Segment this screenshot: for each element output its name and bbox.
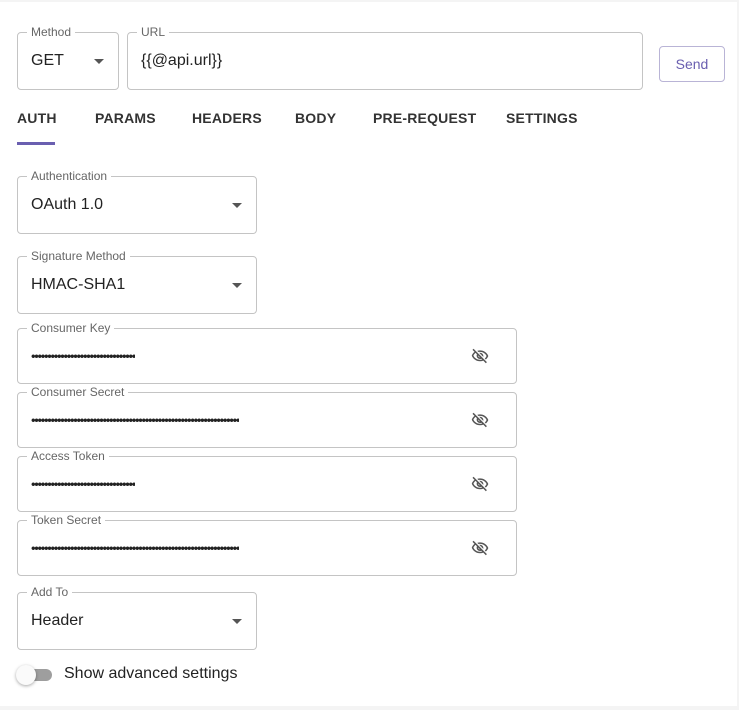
- active-tab-indicator: [17, 142, 55, 145]
- access-token-label: Access Token: [27, 449, 109, 463]
- tab-body[interactable]: BODY: [295, 110, 336, 126]
- eye-off-icon[interactable]: [470, 475, 490, 493]
- chevron-down-icon: [232, 619, 242, 624]
- advanced-settings-toggle[interactable]: [16, 664, 54, 686]
- method-value: GET: [31, 52, 64, 69]
- tab-settings[interactable]: SETTINGS: [506, 110, 578, 126]
- authentication-select[interactable]: Authentication OAuth 1.0: [17, 169, 257, 234]
- chevron-down-icon: [94, 59, 104, 64]
- tab-headers[interactable]: HEADERS: [192, 110, 262, 126]
- tab-params[interactable]: PARAMS: [95, 110, 156, 126]
- consumer-key-label: Consumer Key: [27, 321, 115, 335]
- access-token-field[interactable]: Access Token •••••••••••••••••••••••••••…: [17, 449, 517, 512]
- tab-pre-request[interactable]: PRE-REQUEST: [373, 110, 476, 126]
- chevron-down-icon: [232, 283, 242, 288]
- add-to-value: Header: [31, 612, 84, 629]
- toggle-thumb: [16, 665, 36, 685]
- tab-auth[interactable]: AUTH: [17, 110, 57, 126]
- signature-method-label: Signature Method: [27, 249, 130, 263]
- consumer-secret-value: ••••••••••••••••••••••••••••••••••••••••…: [31, 412, 240, 428]
- token-secret-value: ••••••••••••••••••••••••••••••••••••••••…: [31, 540, 240, 556]
- consumer-secret-label: Consumer Secret: [27, 385, 129, 399]
- token-secret-field[interactable]: Token Secret •••••••••••••••••••••••••••…: [17, 513, 517, 576]
- access-token-value: ••••••••••••••••••••••••••••••••: [31, 476, 136, 492]
- advanced-settings-label[interactable]: Show advanced settings: [64, 665, 237, 683]
- authentication-value: OAuth 1.0: [31, 196, 104, 213]
- chevron-down-icon: [232, 203, 242, 208]
- url-value: {{@api.url}}: [141, 52, 223, 69]
- consumer-key-value: ••••••••••••••••••••••••••••••••: [31, 348, 136, 364]
- send-button[interactable]: Send: [659, 46, 725, 82]
- signature-method-value: HMAC-SHA1: [31, 276, 126, 293]
- eye-off-icon[interactable]: [470, 347, 490, 365]
- eye-off-icon[interactable]: [470, 411, 490, 429]
- authentication-label: Authentication: [27, 169, 112, 183]
- url-input[interactable]: URL {{@api.url}}: [127, 25, 643, 90]
- add-to-label: Add To: [27, 585, 73, 599]
- consumer-key-field[interactable]: Consumer Key •••••••••••••••••••••••••••…: [17, 321, 517, 384]
- add-to-select[interactable]: Add To Header: [17, 585, 257, 650]
- signature-method-select[interactable]: Signature Method HMAC-SHA1: [17, 249, 257, 314]
- consumer-secret-field[interactable]: Consumer Secret ••••••••••••••••••••••••…: [17, 385, 517, 448]
- request-panel: Method GET URL {{@api.url}} Send AUTH PA…: [0, 2, 737, 706]
- eye-off-icon[interactable]: [470, 539, 490, 557]
- token-secret-label: Token Secret: [27, 513, 106, 527]
- url-label: URL: [137, 25, 170, 39]
- method-select[interactable]: Method GET: [17, 25, 119, 90]
- method-label: Method: [27, 25, 76, 39]
